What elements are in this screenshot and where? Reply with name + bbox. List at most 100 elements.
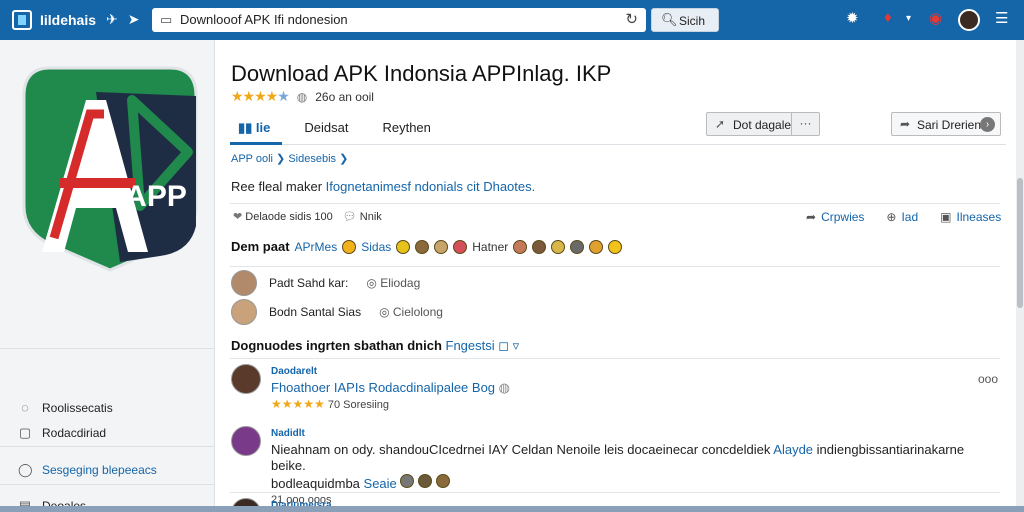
browser-logo-icon[interactable] [12, 10, 32, 30]
notification-icon[interactable]: ♦ [884, 9, 892, 26]
emoji-icon [400, 474, 415, 488]
left-panel: APP ◌ Roolissecatis ▢ Rodacdiriad ◯ Sesg… [0, 40, 215, 512]
review-item[interactable]: Daodarelt Fhoathoer IAPIs Rodacdinalipal… [231, 364, 510, 413]
share-icon: ➦ [900, 117, 911, 131]
more-icon[interactable]: ooo [978, 372, 998, 386]
start-button-label: Sari Drerient [917, 118, 985, 132]
emoji-icon [589, 239, 604, 254]
avatar [231, 299, 257, 325]
person-name: Padt Sahd kar: [269, 276, 349, 290]
emoji-icon [608, 239, 623, 254]
app-icon[interactable]: APP [20, 56, 200, 274]
menu-divider [0, 484, 215, 485]
search-icon: 🔍︎ [661, 12, 678, 27]
address-bar[interactable]: ▭ Downlooof APK Ifi ndonesion ↻ [152, 8, 646, 32]
divider [230, 358, 1000, 359]
chrome-icon[interactable]: ◉ [929, 9, 942, 27]
box-icon: ▢ [18, 425, 32, 440]
download-button-label: Dot dagale [733, 118, 792, 132]
settings-icon[interactable]: ✹ [846, 9, 859, 27]
left-menu-item-2[interactable]: ▢ Rodacdiriad [18, 425, 106, 441]
menu-icon[interactable]: ☰ [995, 9, 1008, 27]
forward-icon[interactable]: ➤ [128, 11, 140, 28]
arrow-right-icon: › [980, 117, 995, 132]
dem-tag[interactable]: Hatner [472, 240, 508, 254]
box-icon: ▣ [940, 210, 952, 224]
back-icon[interactable]: ✈ [106, 11, 118, 28]
main-content: Download APK Indonsia APPInlag. IKP ★★★★… [216, 40, 1016, 512]
review-tag[interactable]: Seaie [364, 476, 397, 491]
person-row[interactable]: Bodn Santal Sias ◎ Cielolong [231, 299, 443, 325]
browser-toolbar: Iildehais ✈ ➤ ▭ Downlooof APK Ifi ndones… [0, 0, 1024, 40]
active-tab-indicator [230, 142, 282, 145]
chart-icon: ▮▮ [238, 120, 256, 135]
reviews-link[interactable]: Fngestsi [446, 338, 495, 353]
action-share[interactable]: ➦ Crpwies [806, 210, 864, 224]
reviews-heading: Dognuodes ingrten sbathan dnich Fngestsi… [231, 338, 520, 353]
actions-right: ➦ Crpwies ⊕ Iad ▣ Ilneases [806, 210, 1001, 224]
share-icon: ➦ [806, 210, 817, 224]
review-item[interactable]: Nadidlt Nieahnam on ody. shandouCIcedrne… [231, 426, 991, 508]
globe-icon: ◎ [366, 276, 377, 290]
info-icon: ◍ [296, 89, 308, 104]
left-menu-label: Rodacdiriad [42, 426, 107, 440]
emoji-icon [453, 239, 468, 254]
dem-tag[interactable]: Sidas [361, 240, 391, 254]
nav-icons: ✈ ➤ [106, 11, 139, 28]
scroll-thumb[interactable] [1017, 178, 1023, 308]
tab-reviews[interactable]: Reythen [382, 120, 430, 136]
more-options-button[interactable]: ··· [791, 113, 819, 135]
page-icon: ▭ [160, 12, 173, 27]
user-avatar[interactable] [958, 9, 980, 31]
dem-label: Dem paat [231, 239, 290, 254]
person-row[interactable]: Padt Sahd kar: ◎ Eliodag [231, 270, 420, 296]
url-text[interactable]: Downlooof APK Ifi ndonesion [180, 12, 348, 27]
left-menu-item-1[interactable]: ◌ Roolissecatis [18, 400, 113, 415]
emoji-icon [513, 239, 528, 254]
review-link[interactable]: Alayde [773, 442, 813, 457]
emoji-icon [434, 239, 449, 254]
search-icon: ◌ [21, 400, 29, 415]
review-title[interactable]: Fhoathoer IAPIs Rodacdinalipalee Bog [271, 380, 495, 395]
download-button[interactable]: ➚ Dot dagale ··· [706, 112, 820, 136]
emoji-icon [415, 239, 430, 254]
review-rating: 70 [327, 399, 341, 411]
meta-line[interactable]: APP ooli ❯ Sidesebis ❯ [231, 152, 348, 165]
left-menu-item-3[interactable]: ◯ Sesgeging blepeeacs [18, 462, 157, 478]
person-name: Bodn Santal Sias [269, 305, 362, 319]
actions-left: ❤ Delaode sidis 100 💬︎ Nnik [233, 210, 382, 223]
avatar [231, 270, 257, 296]
review-sub: Soresiing [343, 399, 390, 411]
emoji-icon [570, 239, 585, 254]
emoji-icon [435, 474, 450, 488]
app-name: Iildehais [40, 12, 97, 28]
status: ◎ Cielolong [379, 305, 443, 319]
rating-stars: ★★★★★ [231, 88, 290, 104]
start-button[interactable]: ➦ Sari Drerient › [891, 112, 1001, 136]
info-icon: ◍ [498, 380, 511, 395]
dem-row: Dem paat APrMes Sidas Hatner [231, 239, 623, 254]
dem-tag[interactable]: APrMes [295, 240, 338, 254]
action-add[interactable]: ⊕ Iad [886, 210, 918, 224]
dropdown-icon[interactable]: ▾ [906, 13, 911, 24]
emoji-icon [396, 239, 411, 254]
emoji-icon [342, 239, 357, 254]
divider [230, 266, 1000, 267]
action-releases[interactable]: ▣ Ilneases [940, 210, 1001, 224]
review-author: Nadidlt [271, 428, 305, 439]
like-button[interactable]: ❤ Delaode sidis 100 [233, 210, 333, 223]
reload-icon[interactable]: ↻ [625, 10, 638, 28]
comment-button[interactable]: 💬︎ Nnik [343, 210, 382, 223]
avatar [231, 426, 261, 456]
pin-icon: ➚ [715, 117, 726, 131]
comment-icon: 💬︎ [342, 211, 357, 223]
search-button-label: Sicih [679, 14, 706, 28]
tab-overview[interactable]: ▮▮ Iie [238, 120, 270, 136]
description-link[interactable]: Ifognetanimesf ndonials cit Dhaotes. [326, 179, 536, 194]
search-button[interactable]: 🔍︎ Sicih [651, 8, 719, 32]
rating-text: 26o an ooil [315, 89, 374, 104]
globe-icon: ◎ [379, 305, 390, 319]
taskbar [0, 506, 1024, 512]
tab-details[interactable]: Deidsat [304, 120, 348, 136]
rating-row: ★★★★★ ◍ 26o an ooil [231, 88, 374, 105]
